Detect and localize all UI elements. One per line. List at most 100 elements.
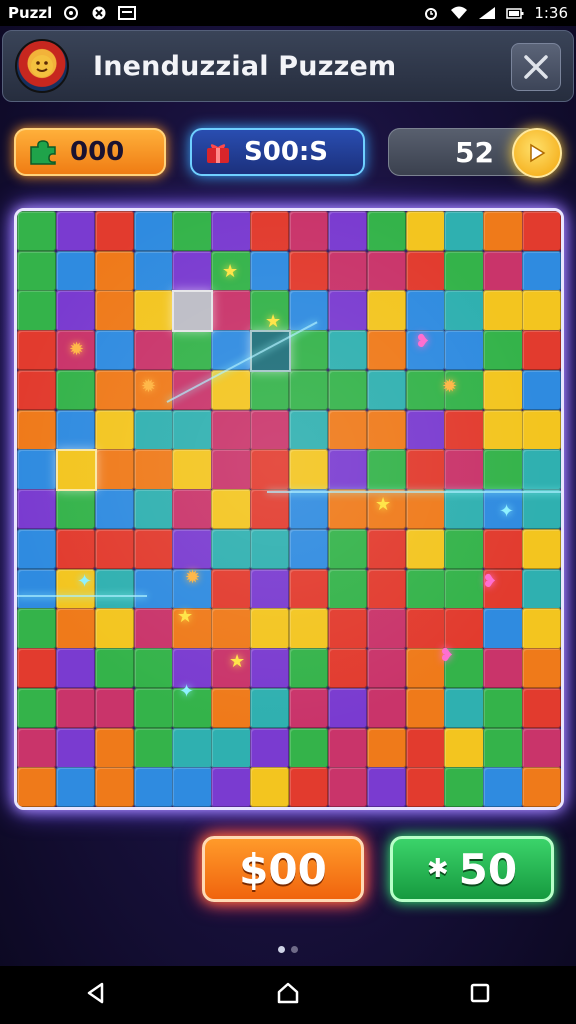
puzzle-piece[interactable]	[172, 528, 212, 570]
play-button[interactable]	[512, 128, 562, 178]
puzzle-piece[interactable]	[289, 608, 329, 649]
puzzle-piece[interactable]	[522, 648, 561, 689]
buy-button[interactable]: $00	[202, 836, 364, 902]
puzzle-piece[interactable]	[483, 648, 523, 689]
puzzle-piece[interactable]	[55, 290, 96, 331]
puzzle-piece[interactable]	[483, 290, 523, 331]
close-button[interactable]	[511, 43, 561, 91]
puzzle-piece[interactable]	[250, 648, 290, 689]
puzzle-piece[interactable]	[289, 369, 329, 411]
puzzle-piece[interactable]	[17, 648, 57, 689]
puzzle-piece[interactable]	[17, 330, 57, 371]
puzzle-piece[interactable]	[133, 727, 173, 768]
puzzle-piece[interactable]	[444, 727, 484, 768]
puzzle-piece[interactable]	[327, 449, 368, 490]
puzzle-piece[interactable]	[55, 369, 96, 411]
puzzle-piece[interactable]	[483, 250, 523, 291]
puzzle-piece[interactable]	[444, 489, 484, 530]
page-dot[interactable]	[291, 946, 298, 953]
puzzle-piece[interactable]	[55, 528, 96, 570]
puzzle-piece[interactable]	[133, 767, 173, 807]
puzzle-piece[interactable]	[133, 290, 173, 331]
puzzle-piece[interactable]	[327, 290, 368, 331]
puzzle-piece[interactable]	[405, 528, 445, 570]
empty-slot[interactable]	[172, 290, 214, 333]
puzzle-piece[interactable]	[405, 687, 445, 729]
puzzle-piece[interactable]	[289, 330, 329, 371]
puzzle-piece[interactable]	[211, 409, 251, 450]
puzzle-piece[interactable]	[444, 568, 484, 609]
puzzle-piece[interactable]	[172, 767, 212, 807]
back-button[interactable]	[83, 980, 109, 1010]
puzzle-piece[interactable]	[327, 648, 368, 689]
puzzle-piece[interactable]	[172, 330, 212, 371]
puzzle-piece[interactable]	[289, 211, 329, 252]
puzzle-piece[interactable]	[94, 528, 135, 570]
puzzle-piece[interactable]	[250, 608, 290, 649]
puzzle-piece[interactable]	[133, 608, 173, 649]
puzzle-piece[interactable]	[483, 608, 523, 649]
puzzle-grid[interactable]	[17, 211, 561, 807]
puzzle-piece[interactable]	[522, 449, 561, 490]
puzzle-piece[interactable]	[172, 369, 212, 411]
puzzle-piece[interactable]	[483, 409, 523, 450]
puzzle-piece[interactable]	[405, 727, 445, 768]
puzzle-piece[interactable]	[483, 369, 523, 411]
puzzle-piece[interactable]	[483, 767, 523, 807]
puzzle-piece[interactable]	[522, 330, 561, 371]
puzzle-piece[interactable]	[483, 449, 523, 490]
puzzle-piece[interactable]	[17, 211, 57, 252]
puzzle-piece[interactable]	[250, 767, 290, 807]
puzzle-piece[interactable]	[483, 211, 523, 252]
puzzle-piece[interactable]	[327, 250, 368, 291]
puzzle-piece[interactable]	[444, 687, 484, 729]
puzzle-piece[interactable]	[405, 250, 445, 291]
puzzle-piece[interactable]	[522, 767, 561, 807]
puzzle-piece[interactable]	[327, 608, 368, 649]
puzzle-piece[interactable]	[94, 250, 135, 291]
puzzle-piece[interactable]	[522, 290, 561, 331]
puzzle-piece[interactable]	[522, 568, 561, 609]
puzzle-piece[interactable]	[444, 528, 484, 570]
puzzle-piece[interactable]	[250, 211, 290, 252]
puzzle-piece[interactable]	[250, 409, 290, 450]
puzzle-piece[interactable]	[17, 369, 57, 411]
puzzle-piece[interactable]	[289, 687, 329, 729]
puzzle-piece[interactable]	[366, 687, 407, 729]
puzzle-piece[interactable]	[55, 409, 96, 450]
puzzle-piece[interactable]	[17, 568, 57, 609]
puzzle-piece[interactable]	[55, 727, 96, 768]
puzzle-piece[interactable]	[94, 290, 135, 331]
puzzle-piece[interactable]	[17, 409, 57, 450]
puzzle-piece[interactable]	[289, 409, 329, 450]
puzzle-piece[interactable]	[289, 648, 329, 689]
puzzle-piece[interactable]	[327, 687, 368, 729]
puzzle-piece[interactable]	[172, 250, 212, 291]
puzzle-piece[interactable]	[17, 290, 57, 331]
puzzle-piece[interactable]	[211, 568, 251, 609]
puzzle-piece[interactable]	[444, 290, 484, 331]
puzzle-piece[interactable]	[327, 767, 368, 807]
puzzle-piece[interactable]	[55, 608, 96, 649]
puzzle-piece[interactable]	[327, 330, 368, 371]
puzzle-piece[interactable]	[17, 687, 57, 729]
puzzle-piece[interactable]	[522, 528, 561, 570]
puzzle-piece[interactable]	[250, 449, 290, 490]
puzzle-board[interactable]: ★ ✹ ✹ ❥ ✹ ★ ✦ ✦ ✹ ★ ★ ✦ ❥ ❥ ★	[14, 208, 564, 810]
puzzle-piece[interactable]	[250, 528, 290, 570]
puzzle-piece[interactable]	[483, 687, 523, 729]
puzzle-piece[interactable]	[366, 528, 407, 570]
puzzle-piece[interactable]	[172, 211, 212, 252]
puzzle-piece[interactable]	[289, 449, 329, 490]
puzzle-piece[interactable]	[172, 727, 212, 768]
puzzle-piece[interactable]	[250, 489, 290, 530]
puzzle-piece[interactable]	[366, 449, 407, 490]
puzzle-piece[interactable]	[55, 687, 96, 729]
puzzle-piece[interactable]	[522, 687, 561, 729]
puzzle-piece[interactable]	[55, 489, 96, 530]
puzzle-piece[interactable]	[133, 449, 173, 490]
puzzle-piece[interactable]	[133, 687, 173, 729]
puzzle-piece[interactable]	[211, 290, 251, 331]
puzzle-piece[interactable]	[133, 211, 173, 252]
puzzle-piece[interactable]	[289, 568, 329, 609]
